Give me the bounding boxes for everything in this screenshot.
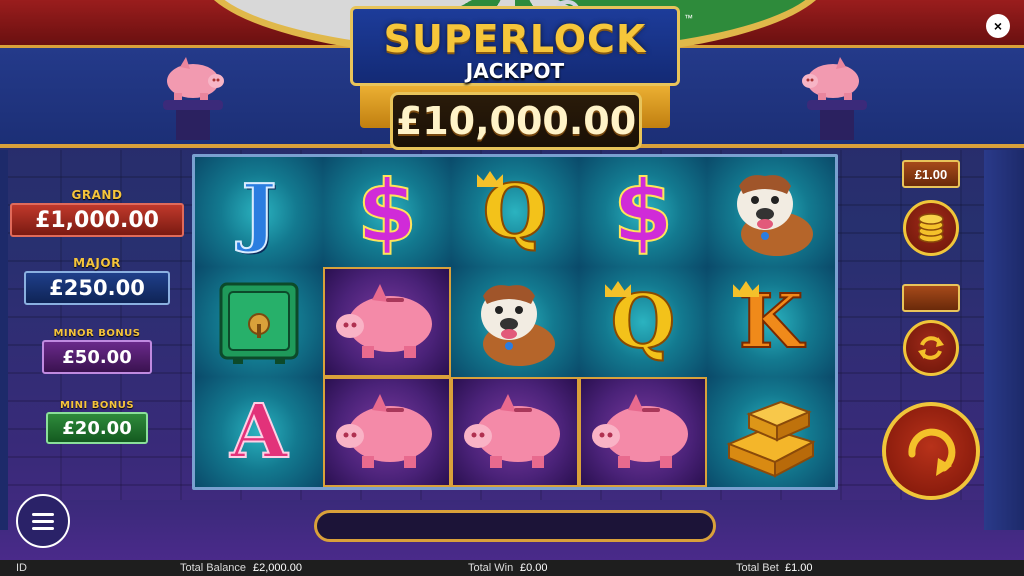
gold-bars-icon: [726, 400, 816, 478]
piggy-bank-icon: [336, 394, 432, 468]
footer-id-label: ID: [16, 562, 27, 574]
footer-balance-label: Total Balance: [180, 562, 247, 574]
reel-cell: [323, 377, 451, 487]
game-logo: SUPERLOCK JACKPOT ™: [350, 6, 693, 86]
footer-bet-value: £1.00: [785, 562, 813, 574]
reel-2: $: [323, 157, 451, 487]
right-pillar: [984, 150, 1024, 530]
reel-cell: $: [323, 157, 451, 267]
tier-label: MAJOR: [73, 256, 121, 270]
piggy-bank-icon: [464, 394, 560, 468]
left-pedestal: [163, 100, 223, 140]
reel-cell: Q: [451, 157, 579, 267]
logo-title: SUPERLOCK: [383, 17, 647, 61]
game-stage: SUPERLOCK JACKPOT ™ £10,000.00 × GRAND £…: [0, 0, 1024, 576]
footer-bet-label: Total Bet: [736, 562, 779, 574]
safe-icon: [219, 282, 299, 364]
reel-cell: A: [195, 377, 323, 487]
autoplay-icon: [918, 336, 944, 360]
autoplay-button[interactable]: [903, 320, 959, 376]
reel-1: J A: [195, 157, 323, 487]
close-button[interactable]: ×: [986, 14, 1010, 38]
footer-win-label: Total Win: [468, 562, 514, 574]
tier-major: MAJOR £250.00: [24, 256, 170, 305]
spin-button[interactable]: [882, 402, 980, 500]
hamburger-icon: [32, 509, 54, 534]
logo-subtitle: JACKPOT: [465, 59, 565, 83]
piggy-bank-icon: [167, 57, 224, 100]
footer-win-value: £0.00: [520, 562, 548, 574]
menu-button[interactable]: [16, 494, 70, 548]
trademark: ™: [684, 13, 693, 23]
tier-label: MINOR BONUS: [53, 328, 141, 339]
reel-cell: [707, 377, 835, 487]
tier-label: MINI BONUS: [59, 400, 135, 411]
status-footer: ID Total Balance £2,000.00 Total Win £0.…: [0, 560, 1024, 576]
tier-mini: MINI BONUS £20.00: [46, 400, 148, 444]
tier-label: GRAND: [71, 188, 123, 202]
reel-cell: J: [195, 157, 323, 267]
piggy-bank-icon: [802, 57, 859, 100]
symbol-dollar: $: [356, 162, 418, 262]
jackpot-value: £10,000.00: [395, 99, 637, 143]
symbol-a: A: [229, 389, 288, 475]
tier-value: £20.00: [46, 412, 148, 444]
tier-minor: MINOR BONUS £50.00: [42, 328, 152, 374]
message-bar: [314, 510, 716, 542]
tier-value: £1,000.00: [10, 203, 184, 237]
reel-3: Q: [451, 157, 579, 487]
symbol-j: J: [240, 169, 277, 255]
reel-cell: [579, 377, 707, 487]
coins-button[interactable]: [903, 200, 959, 256]
symbol-dollar: $: [612, 162, 674, 262]
reel-cell: [323, 267, 451, 377]
reel-cell: K: [707, 267, 835, 377]
reel-cell: $: [579, 157, 707, 267]
piggy-bank-icon: [336, 284, 432, 358]
jackpot-display: £10,000.00: [390, 92, 642, 150]
footer-balance-value: £2,000.00: [253, 562, 302, 574]
tier-grand: GRAND £1,000.00: [10, 188, 184, 237]
reel-cell: Q: [579, 267, 707, 377]
reel-cell: [195, 267, 323, 377]
reel-cell: [707, 157, 835, 267]
right-pedestal: [807, 100, 867, 140]
bet-value-display[interactable]: £1.00: [902, 160, 960, 188]
reel-grid: J A $ Q $ Q K: [192, 154, 838, 490]
tier-value: £50.00: [42, 340, 152, 374]
tier-value: £250.00: [24, 271, 170, 305]
reel-cell: [451, 377, 579, 487]
reel-4: $ Q: [579, 157, 707, 487]
reel-cell: [451, 267, 579, 377]
reel-5: K: [707, 157, 835, 487]
bulldog-icon: [737, 175, 813, 256]
piggy-bank-icon: [592, 394, 688, 468]
autoplay-count-display: [902, 284, 960, 312]
left-pillar: [0, 150, 8, 530]
coins-icon: [918, 213, 944, 243]
bulldog-icon: [481, 285, 555, 366]
spin-icon: [908, 428, 956, 476]
